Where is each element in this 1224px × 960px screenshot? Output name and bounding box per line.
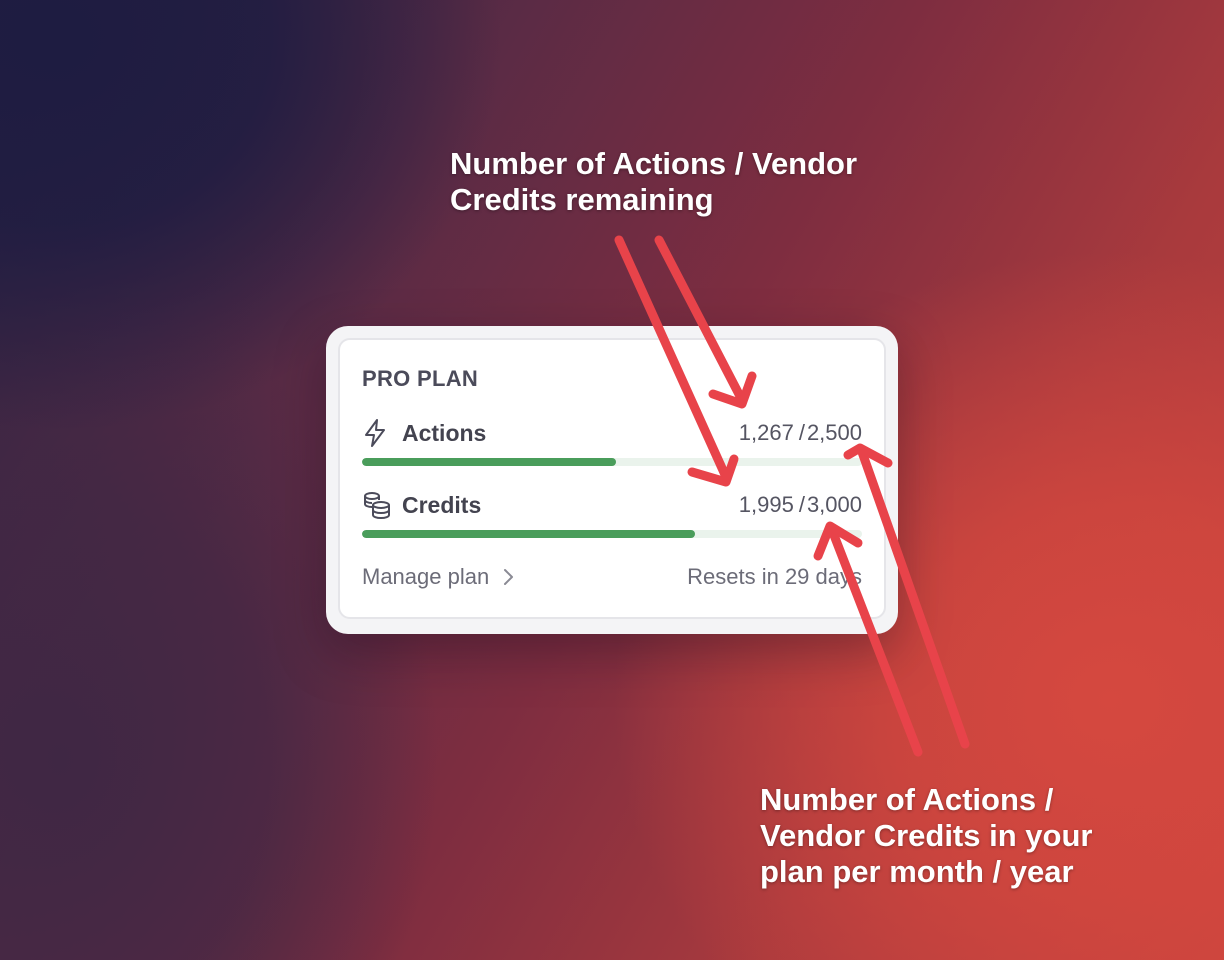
credits-row: Credits 1,995 / 3,000 xyxy=(362,490,862,520)
credits-label: Credits xyxy=(402,491,482,518)
credits-progress-fill xyxy=(362,530,695,538)
chevron-right-icon xyxy=(503,567,515,587)
actions-row: Actions 1,267 / 2,500 xyxy=(362,418,862,448)
credits-total: 3,000 xyxy=(806,492,862,517)
plan-usage-card: PRO PLAN Actions 1,267 / 2,500 Credits 1… xyxy=(326,326,898,634)
annotation-remaining: Number of Actions / Vendor Credits remai… xyxy=(450,146,858,217)
annotation-plan-totals: Number of Actions / Vendor Credits in yo… xyxy=(760,782,1093,889)
plan-footer: Manage plan Resets in 29 days xyxy=(362,562,862,592)
plan-usage-card-body: PRO PLAN Actions 1,267 / 2,500 Credits 1… xyxy=(338,338,886,619)
actions-label: Actions xyxy=(402,419,487,446)
actions-values: 1,267 / 2,500 xyxy=(739,420,862,446)
manage-plan-link[interactable]: Manage plan xyxy=(362,564,515,590)
actions-progress-bar xyxy=(362,458,862,466)
manage-plan-label: Manage plan xyxy=(362,564,490,589)
plan-title: PRO PLAN xyxy=(362,366,479,391)
actions-total: 2,500 xyxy=(806,420,862,445)
actions-progress-fill xyxy=(362,458,616,466)
lightning-bolt-icon xyxy=(362,418,392,448)
resets-in-days: Resets in 29 days xyxy=(687,564,862,589)
credits-values: 1,995 / 3,000 xyxy=(739,492,862,518)
credits-separator: / xyxy=(798,492,805,517)
actions-separator: / xyxy=(798,420,805,445)
coins-stack-icon xyxy=(362,490,392,520)
credits-progress-bar xyxy=(362,530,862,538)
actions-used: 1,267 xyxy=(738,420,794,445)
credits-used: 1,995 xyxy=(738,492,794,517)
